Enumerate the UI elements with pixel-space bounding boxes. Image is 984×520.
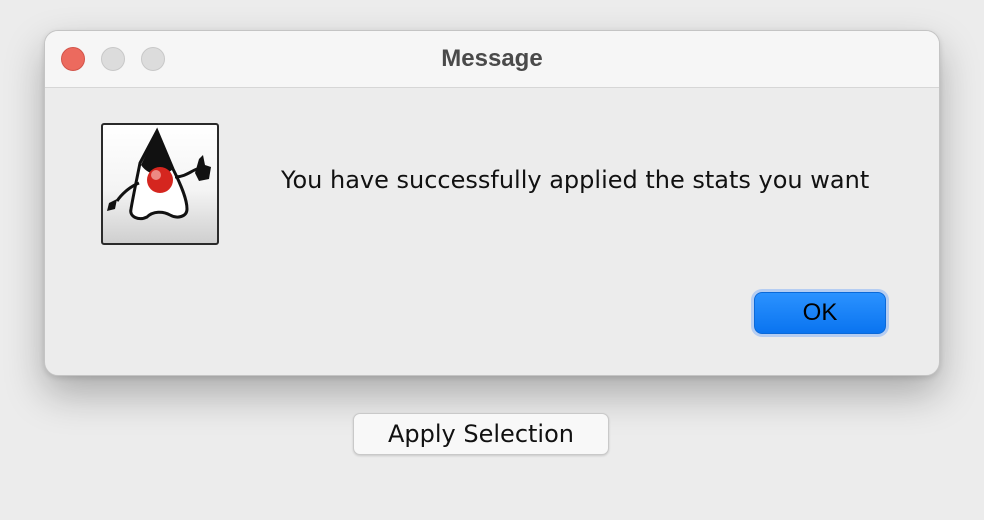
dialog-title: Message — [441, 45, 543, 72]
duke-icon — [101, 123, 219, 245]
title-bar[interactable]: Message — [45, 31, 939, 88]
apply-selection-button[interactable]: Apply Selection — [353, 413, 609, 455]
ok-button-label: OK — [802, 299, 838, 326]
dialog-body: You have successfully applied the stats … — [45, 88, 939, 375]
message-dialog: Message You have successfully applied th… — [44, 30, 940, 376]
ok-button[interactable]: OK — [754, 292, 886, 334]
screen: Message You have successfully applied th… — [0, 0, 984, 520]
dialog-message: You have successfully applied the stats … — [281, 166, 870, 194]
